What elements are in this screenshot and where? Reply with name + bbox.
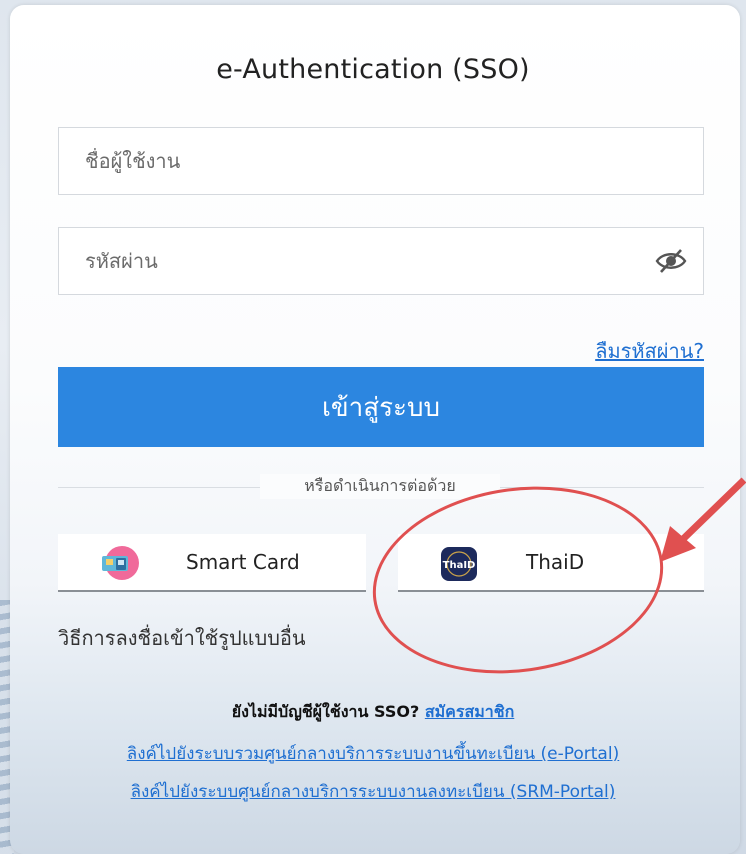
eye-slash-icon[interactable] xyxy=(655,248,687,274)
other-methods-link[interactable]: วิธีการลงชื่อเข้าใช้รูปแบบอื่น xyxy=(58,622,306,654)
username-input[interactable] xyxy=(83,148,607,174)
smart-card-button[interactable]: Smart Card xyxy=(58,534,366,592)
signup-link[interactable]: สมัครสมาชิก xyxy=(425,702,514,721)
password-field[interactable] xyxy=(58,227,704,295)
annotation-arrow-icon xyxy=(660,477,746,562)
login-button[interactable]: เข้าสู่ระบบ xyxy=(58,367,704,447)
signup-text: ยังไม่มีบัญชีผู้ใช้งาน SSO? xyxy=(231,702,420,721)
srm-portal-link[interactable]: ลิงค์ไปยังระบบศูนย์กลางบริการระบบงานลงทะ… xyxy=(0,778,746,805)
username-field[interactable] xyxy=(58,127,704,195)
divider-label: หรือดำเนินการต่อด้วย xyxy=(260,474,500,499)
smart-card-label: Smart Card xyxy=(186,550,300,574)
forgot-password-link[interactable]: ลืมรหัสผ่าน? xyxy=(595,335,704,367)
page-title: e-Authentication (SSO) xyxy=(216,54,530,85)
password-input[interactable] xyxy=(83,248,607,274)
smart-card-icon xyxy=(102,546,139,580)
signup-prompt: ยังไม่มีบัญชีผู้ใช้งาน SSO? สมัครสมาชิก xyxy=(0,700,746,725)
e-portal-link[interactable]: ลิงค์ไปยังระบบรวมศูนย์กลางบริการระบบงานข… xyxy=(0,740,746,767)
